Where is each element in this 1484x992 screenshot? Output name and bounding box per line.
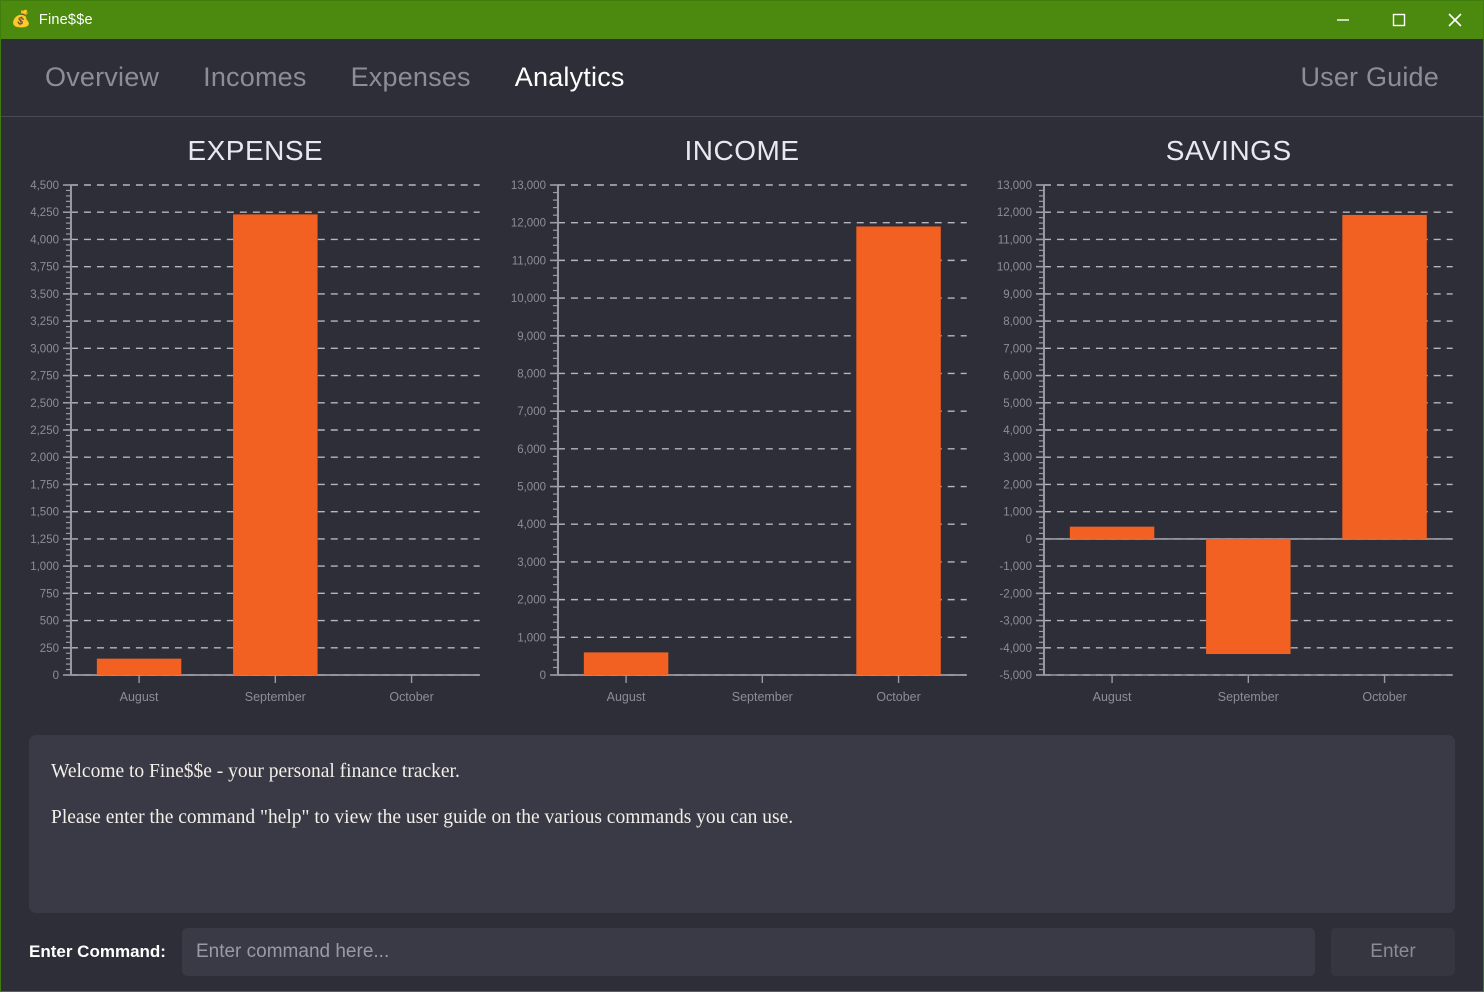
tab-analytics[interactable]: Analytics xyxy=(493,62,647,93)
svg-text:3,000: 3,000 xyxy=(517,557,546,569)
svg-text:4,000: 4,000 xyxy=(517,519,546,531)
close-button[interactable] xyxy=(1427,1,1483,39)
svg-text:2,500: 2,500 xyxy=(30,398,59,410)
svg-text:7,000: 7,000 xyxy=(1004,343,1033,355)
app-window: 💰 Fine$$e Overview Incomes Expenses Anal… xyxy=(0,0,1484,992)
svg-text:5,000: 5,000 xyxy=(517,482,546,494)
user-guide-link[interactable]: User Guide xyxy=(1278,62,1461,93)
chart-plot-income: 0 1,000 2,000 3,000 4,000 5,000 6,000 7,000 8,00… xyxy=(506,179,979,717)
svg-text:6,000: 6,000 xyxy=(1004,371,1033,383)
svg-text:4,500: 4,500 xyxy=(30,180,59,192)
chart-panel-income: INCOME 0 1,000 2,000 3,000 4,000 5,000 6,000 7,… xyxy=(506,123,979,717)
svg-text:11,000: 11,000 xyxy=(998,234,1032,246)
svg-text:4,000: 4,000 xyxy=(30,234,59,246)
command-input[interactable] xyxy=(181,928,1315,976)
svg-text:October: October xyxy=(389,690,433,704)
tab-overview[interactable]: Overview xyxy=(23,62,181,93)
charts-row: EXPENSE 0 250 500 750 1,000 1,250 1,500 1,750 2,… xyxy=(1,117,1483,717)
console-line: Welcome to Fine$$e - your personal finan… xyxy=(51,761,460,782)
svg-text:4,250: 4,250 xyxy=(30,207,59,219)
svg-text:3,000: 3,000 xyxy=(1004,452,1033,464)
svg-text:September: September xyxy=(731,690,792,704)
svg-text:4,000: 4,000 xyxy=(1004,425,1033,437)
message-console: Welcome to Fine$$e - your personal finan… xyxy=(29,735,1455,913)
chart-title-income: INCOME xyxy=(684,135,800,166)
svg-text:11,000: 11,000 xyxy=(511,255,545,267)
svg-text:250: 250 xyxy=(40,643,59,655)
console-line: Please enter the command "help" to view … xyxy=(51,807,794,829)
chart-panel-savings: SAVINGS -5,000 -4,000 -3,000 -2,000 -1,000 0 1… xyxy=(992,123,1465,717)
svg-text:0: 0 xyxy=(1026,534,1032,546)
svg-text:9,000: 9,000 xyxy=(517,331,546,343)
svg-text:-2,000: -2,000 xyxy=(1000,588,1033,600)
svg-text:-1,000: -1,000 xyxy=(1000,561,1033,573)
maximize-button[interactable] xyxy=(1371,1,1427,39)
svg-text:October: October xyxy=(1363,690,1407,704)
svg-text:2,000: 2,000 xyxy=(30,452,59,464)
svg-text:7,000: 7,000 xyxy=(517,406,546,418)
chart-panel-expense: EXPENSE 0 250 500 750 1,000 1,250 1,500 1,750 2,… xyxy=(19,123,492,717)
svg-text:3,000: 3,000 xyxy=(30,343,59,355)
svg-text:3,750: 3,750 xyxy=(30,262,59,274)
command-label: Enter Command: xyxy=(29,942,166,961)
svg-text:August: August xyxy=(1093,690,1132,704)
nav-tabs: Overview Incomes Expenses Analytics User… xyxy=(1,39,1483,117)
svg-text:0: 0 xyxy=(53,670,59,682)
svg-text:500: 500 xyxy=(40,616,59,628)
svg-text:1,500: 1,500 xyxy=(30,507,59,519)
svg-text:12,000: 12,000 xyxy=(997,207,1032,219)
svg-text:1,750: 1,750 xyxy=(30,479,59,491)
svg-text:1,000: 1,000 xyxy=(30,561,59,573)
svg-text:August: August xyxy=(606,690,645,704)
svg-text:13,000: 13,000 xyxy=(511,180,546,192)
svg-text:August: August xyxy=(120,690,159,704)
svg-text:1,000: 1,000 xyxy=(517,632,546,644)
svg-text:8,000: 8,000 xyxy=(1004,316,1033,328)
enter-button[interactable]: Enter xyxy=(1331,928,1455,976)
svg-text:9,000: 9,000 xyxy=(1004,289,1033,301)
app-title: Fine$$e xyxy=(38,12,93,28)
svg-text:3,250: 3,250 xyxy=(30,316,59,328)
chart-plot-savings: -5,000 -4,000 -3,000 -2,000 -1,000 0 1,000 2,00… xyxy=(992,179,1465,717)
svg-text:-4,000: -4,000 xyxy=(1000,643,1033,655)
svg-text:13,000: 13,000 xyxy=(997,180,1032,192)
svg-text:-5,000: -5,000 xyxy=(1000,670,1033,682)
svg-text:6,000: 6,000 xyxy=(517,444,546,456)
svg-text:2,000: 2,000 xyxy=(517,595,546,607)
svg-text:-3,000: -3,000 xyxy=(1000,616,1033,628)
svg-text:1,250: 1,250 xyxy=(30,534,59,546)
tab-expenses[interactable]: Expenses xyxy=(329,62,493,93)
money-bag-icon: 💰 xyxy=(11,11,31,28)
minimize-button[interactable] xyxy=(1315,1,1371,39)
svg-text:3,500: 3,500 xyxy=(30,289,59,301)
svg-text:10,000: 10,000 xyxy=(511,293,546,305)
command-bar: Enter Command: Enter xyxy=(1,913,1483,991)
chart-plot-expense: 0 250 500 750 1,000 1,250 1,500 1,750 2,000 2,250… xyxy=(19,179,492,717)
svg-text:September: September xyxy=(1218,690,1279,704)
svg-text:September: September xyxy=(245,690,306,704)
svg-text:10,000: 10,000 xyxy=(997,262,1032,274)
chart-title-savings: SAVINGS xyxy=(1165,135,1292,166)
chart-title-expense: EXPENSE xyxy=(187,135,324,166)
svg-text:October: October xyxy=(876,690,920,704)
svg-text:12,000: 12,000 xyxy=(511,218,546,230)
svg-text:2,750: 2,750 xyxy=(30,371,59,383)
title-bar: 💰 Fine$$e xyxy=(1,1,1483,39)
window-controls xyxy=(1315,1,1483,39)
svg-text:1,000: 1,000 xyxy=(1004,507,1033,519)
svg-text:8,000: 8,000 xyxy=(517,368,546,380)
svg-text:5,000: 5,000 xyxy=(1004,398,1033,410)
svg-text:750: 750 xyxy=(40,588,59,600)
tab-incomes[interactable]: Incomes xyxy=(181,62,328,93)
svg-text:0: 0 xyxy=(539,670,545,682)
svg-text:2,250: 2,250 xyxy=(30,425,59,437)
svg-text:2,000: 2,000 xyxy=(1004,479,1033,491)
